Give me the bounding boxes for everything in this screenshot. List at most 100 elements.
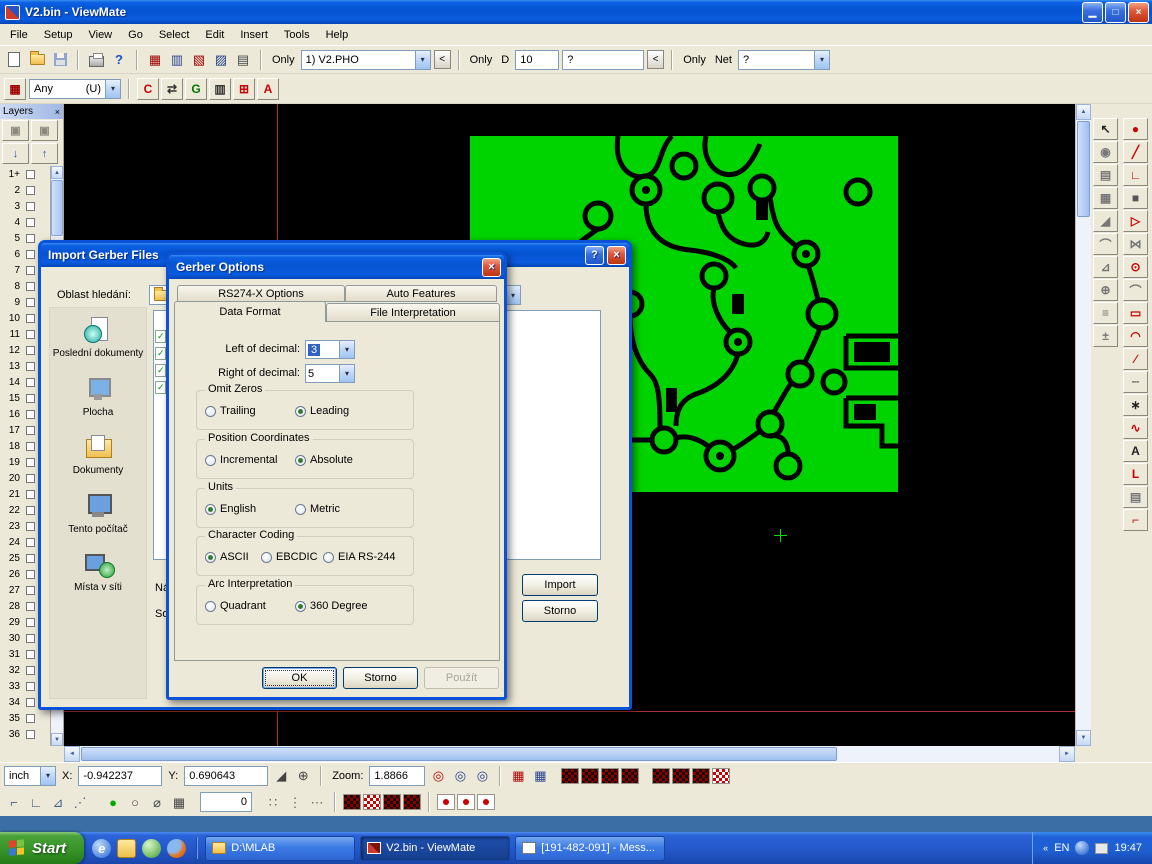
- radio-absolute[interactable]: Absolute: [295, 454, 353, 466]
- horizontal-scrollbar[interactable]: ◄ ►: [64, 746, 1075, 762]
- layer-color-swatch[interactable]: [26, 394, 35, 403]
- radio-ascii[interactable]: ASCII: [205, 551, 249, 563]
- radio-incremental[interactable]: Incremental: [205, 454, 277, 466]
- only-dcode-toggle[interactable]: Only: [467, 52, 496, 68]
- film-select-icon[interactable]: ▧: [189, 50, 209, 69]
- triangle-measure-icon[interactable]: ⊿: [48, 793, 68, 812]
- text-tool-icon[interactable]: A: [1123, 440, 1148, 462]
- layer-color-swatch[interactable]: [26, 346, 35, 355]
- layer-file-combo[interactable]: 1) V2.PHO ▾: [301, 50, 431, 70]
- chevron-down-icon[interactable]: ▾: [814, 50, 830, 70]
- gerber-file-icon[interactable]: [155, 364, 166, 377]
- vertical-scrollbar[interactable]: ▲ ▼: [1075, 104, 1091, 746]
- layer-color-swatch[interactable]: [26, 506, 35, 515]
- layer-color-swatch[interactable]: [26, 698, 35, 707]
- minimize-button[interactable]: ▁: [1082, 2, 1103, 23]
- draw-polyline-icon[interactable]: ∟: [1123, 164, 1148, 186]
- net-combo[interactable]: ? ▾: [738, 50, 830, 70]
- tray-chevron-icon[interactable]: «: [1043, 843, 1048, 853]
- zoom-select-icon[interactable]: ◎: [428, 766, 448, 785]
- pad-pattern-3[interactable]: [692, 768, 710, 784]
- fill-pattern-3[interactable]: [383, 794, 401, 810]
- l-tool-icon[interactable]: L: [1123, 463, 1148, 485]
- ruler-icon[interactable]: ⌐: [4, 793, 24, 812]
- layer-color-swatch[interactable]: [26, 330, 35, 339]
- layer-color-swatch[interactable]: [26, 682, 35, 691]
- chevron-down-icon[interactable]: ▾: [415, 50, 431, 70]
- layer-row[interactable]: 1+: [0, 166, 50, 182]
- layer-color-swatch[interactable]: [26, 314, 35, 323]
- radio-trailing[interactable]: Trailing: [205, 405, 256, 417]
- layer-color-swatch[interactable]: [26, 714, 35, 723]
- layer-down-icon[interactable]: ↓: [2, 143, 29, 164]
- dialog-help-button[interactable]: ?: [585, 246, 604, 265]
- trace-pattern-4[interactable]: [621, 768, 639, 784]
- layer-color-swatch[interactable]: [26, 250, 35, 259]
- list-icon[interactable]: ≡: [1093, 302, 1118, 324]
- layer-color-swatch[interactable]: [26, 410, 35, 419]
- filter-grid-icon[interactable]: ▦: [4, 78, 26, 100]
- radio-leading[interactable]: Leading: [295, 405, 349, 417]
- tray-app-icon[interactable]: [1075, 841, 1089, 855]
- draw-curve-icon[interactable]: ∿: [1123, 417, 1148, 439]
- menu-item-help[interactable]: Help: [318, 26, 357, 44]
- layer-color-swatch[interactable]: [26, 650, 35, 659]
- g-tool-icon[interactable]: G: [185, 78, 207, 100]
- units-combo[interactable]: inch ▾: [4, 766, 56, 786]
- layer-color-swatch[interactable]: [26, 602, 35, 611]
- gerber-file-icon[interactable]: [155, 330, 166, 343]
- diameter-tool-icon[interactable]: ⌀: [147, 793, 167, 812]
- taskbar-button[interactable]: [191-482-091] - Mess...: [515, 836, 665, 861]
- import-dialog-close-button[interactable]: ×: [607, 246, 626, 265]
- tolerance-icon[interactable]: ±: [1093, 325, 1118, 347]
- layer-up-icon[interactable]: ↑: [31, 143, 58, 164]
- layer-color-swatch[interactable]: [26, 634, 35, 643]
- taskbar-button[interactable]: V2.bin - ViewMate: [360, 836, 510, 861]
- menu-item-insert[interactable]: Insert: [232, 26, 276, 44]
- title-bar[interactable]: V2.bin - ViewMate ▁ □ ×: [0, 0, 1152, 24]
- layer-color-swatch[interactable]: [26, 586, 35, 595]
- fill-pattern-4[interactable]: [403, 794, 421, 810]
- mirror-icon[interactable]: ⋈: [1123, 233, 1148, 255]
- layer-row[interactable]: 36: [0, 726, 50, 742]
- dcode-table-icon[interactable]: ▦: [145, 50, 165, 69]
- pad-pattern-1[interactable]: [652, 768, 670, 784]
- status-led-icon[interactable]: ●: [103, 793, 123, 812]
- select-cursor-icon[interactable]: ↖: [1093, 118, 1118, 140]
- layer-color-swatch[interactable]: [26, 538, 35, 547]
- layer-color-swatch[interactable]: [26, 202, 35, 211]
- place-item[interactable]: Tento počítač: [50, 492, 146, 536]
- layer-stack-icon[interactable]: ▤: [1093, 164, 1118, 186]
- swap-arrows-icon[interactable]: ⇄: [161, 78, 183, 100]
- fill-pattern-2[interactable]: [363, 794, 381, 810]
- layer-color-swatch[interactable]: [26, 442, 35, 451]
- layer-row[interactable]: 3: [0, 198, 50, 214]
- start-button[interactable]: Start: [0, 832, 84, 864]
- scroll-right-icon[interactable]: ►: [1059, 746, 1075, 762]
- grid-toggle-icon-1[interactable]: ▦: [508, 766, 528, 785]
- menu-item-file[interactable]: File: [2, 26, 36, 44]
- language-indicator[interactable]: EN: [1054, 842, 1069, 854]
- dcode-input[interactable]: 10: [515, 50, 559, 70]
- chevron-down-icon[interactable]: ▾: [40, 766, 56, 786]
- gerber-dialog-close-button[interactable]: ×: [482, 258, 501, 277]
- menu-item-setup[interactable]: Setup: [36, 26, 81, 44]
- radio-360-degree[interactable]: 360 Degree: [295, 600, 368, 612]
- pad-pattern-2[interactable]: [672, 768, 690, 784]
- radio-metric[interactable]: Metric: [295, 503, 340, 515]
- layer-pair2-icon[interactable]: ▣: [31, 120, 58, 141]
- folder-icon[interactable]: [117, 839, 136, 858]
- scroll-thumb[interactable]: [81, 747, 837, 761]
- menu-item-go[interactable]: Go: [120, 26, 151, 44]
- fill-mode-icon[interactable]: ▦: [1093, 187, 1118, 209]
- tab-data-format[interactable]: Data Format: [174, 301, 326, 322]
- scroll-left-icon[interactable]: ◄: [64, 746, 80, 762]
- draw-arc-icon[interactable]: ⌒: [1123, 279, 1148, 301]
- prev-dcode-button[interactable]: <: [647, 50, 664, 69]
- place-item[interactable]: Plocha: [50, 375, 146, 419]
- hook-tool-icon[interactable]: ⌐: [1123, 509, 1148, 531]
- layer-color-swatch[interactable]: [26, 186, 35, 195]
- place-item[interactable]: Místa v síti: [50, 550, 146, 594]
- starburst-icon[interactable]: ∗: [1123, 394, 1148, 416]
- grid-step-input[interactable]: 0: [200, 792, 252, 812]
